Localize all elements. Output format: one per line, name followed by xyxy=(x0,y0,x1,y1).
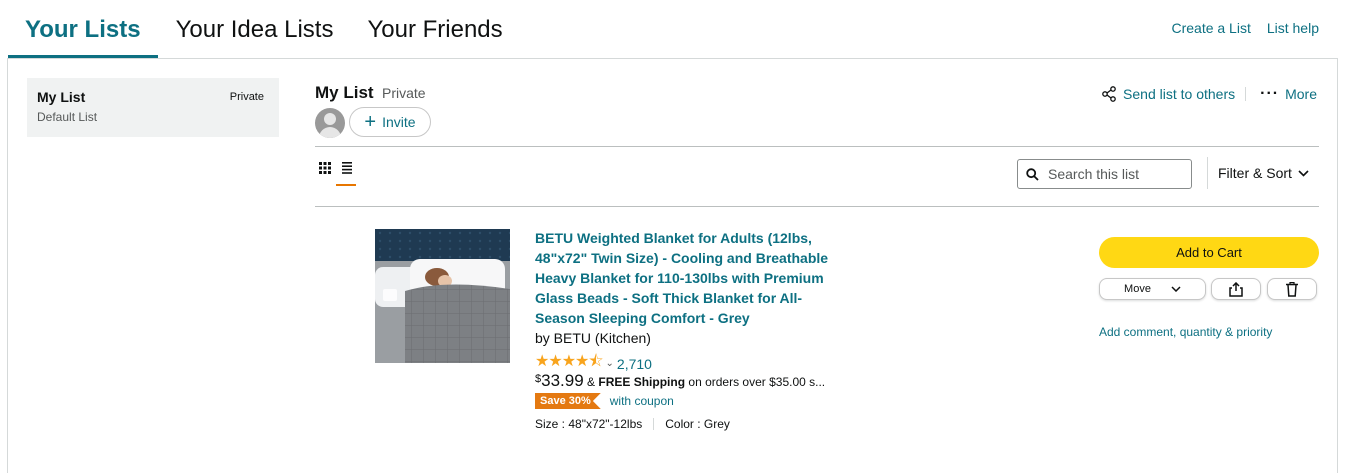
price-value: 33.99 xyxy=(541,371,584,390)
more-dots-icon: ··· xyxy=(1260,85,1280,102)
send-list-label: Send list to others xyxy=(1123,86,1236,102)
list-header-actions: Send list to others ··· More xyxy=(1101,85,1317,103)
product-photo xyxy=(375,229,510,363)
filter-divider xyxy=(1207,157,1208,189)
search-list-box xyxy=(1017,159,1192,189)
search-list-input[interactable] xyxy=(1048,166,1188,182)
tab-your-idea-lists[interactable]: Your Idea Lists xyxy=(158,0,351,58)
move-label: Move xyxy=(1124,283,1151,295)
coupon-link[interactable]: with coupon xyxy=(610,394,674,408)
top-tabs: Your Lists Your Idea Lists Your Friends xyxy=(8,0,520,58)
shipping-details: on orders over $35.00 s... xyxy=(688,375,826,389)
invite-label: Invite xyxy=(382,114,416,130)
list-privacy: Private xyxy=(382,85,426,101)
toolbar-divider xyxy=(315,206,1319,207)
product-image[interactable] xyxy=(375,229,510,363)
send-list-button[interactable]: Send list to others xyxy=(1101,86,1235,102)
shipping-prefix: & xyxy=(587,375,596,389)
sidebar-list-subtitle: Default List xyxy=(37,110,98,124)
share-icon xyxy=(1229,281,1243,297)
rating-count-link[interactable]: 2,710 xyxy=(617,356,652,372)
view-toggle xyxy=(319,162,353,174)
coupon-row: Save 30% with coupon xyxy=(535,393,674,409)
plus-icon: + xyxy=(364,111,377,133)
list-title: My List xyxy=(315,83,374,102)
attribute-divider xyxy=(653,418,655,430)
tab-your-lists[interactable]: Your Lists xyxy=(8,0,158,58)
price-currency: $ xyxy=(535,373,542,385)
top-links: Create a List List help xyxy=(1171,20,1319,36)
share-item-button[interactable] xyxy=(1211,278,1261,300)
chevron-down-icon xyxy=(1171,286,1181,292)
size-attribute: Size : 48"x72"-12lbs xyxy=(535,417,643,431)
filter-sort-label: Filter & Sort xyxy=(1218,165,1292,181)
chevron-down-icon[interactable]: ⌄ xyxy=(606,358,614,369)
grid-view-icon[interactable] xyxy=(319,162,331,174)
product-price-line: $33.99 & FREE Shipping on orders over $3… xyxy=(535,371,825,391)
product-title-link[interactable]: BETU Weighted Blanket for Adults (12lbs,… xyxy=(535,228,835,328)
coupon-badge: Save 30% xyxy=(535,393,601,409)
search-icon xyxy=(1026,167,1039,181)
invite-button[interactable]: + Invite xyxy=(349,107,431,137)
filter-sort-button[interactable]: Filter & Sort xyxy=(1218,165,1309,181)
header-actions-divider xyxy=(1245,87,1247,101)
create-list-link[interactable]: Create a List xyxy=(1171,20,1250,36)
add-to-cart-button[interactable]: Add to Cart xyxy=(1099,237,1319,268)
share-network-icon xyxy=(1102,86,1116,102)
trash-icon xyxy=(1286,281,1298,297)
chevron-down-icon xyxy=(1298,169,1309,177)
more-label: More xyxy=(1285,86,1317,102)
tab-your-friends[interactable]: Your Friends xyxy=(350,0,519,58)
more-button[interactable]: ··· More xyxy=(1260,85,1317,103)
active-view-indicator xyxy=(336,184,356,186)
avatar xyxy=(315,108,345,138)
color-attribute: Color : Grey xyxy=(665,417,730,431)
sidebar-list-item-my-list[interactable]: My List Default List Private xyxy=(27,78,279,137)
free-shipping-label: FREE Shipping xyxy=(598,375,686,389)
header-divider xyxy=(315,146,1319,147)
product-attributes: Size : 48"x72"-12lbs Color : Grey xyxy=(535,417,730,431)
list-view-icon[interactable] xyxy=(341,162,353,174)
move-dropdown[interactable]: Move xyxy=(1099,278,1206,300)
list-help-link[interactable]: List help xyxy=(1267,20,1319,36)
add-comment-link[interactable]: Add comment, quantity & priority xyxy=(1099,325,1272,339)
delete-item-button[interactable] xyxy=(1267,278,1317,300)
main-panel: My List Default List Private My List Pri… xyxy=(7,58,1338,473)
product-byline: by BETU (Kitchen) xyxy=(535,330,651,346)
list-header: My List Private + Invite xyxy=(315,83,431,138)
sidebar-list-privacy: Private xyxy=(229,91,264,103)
